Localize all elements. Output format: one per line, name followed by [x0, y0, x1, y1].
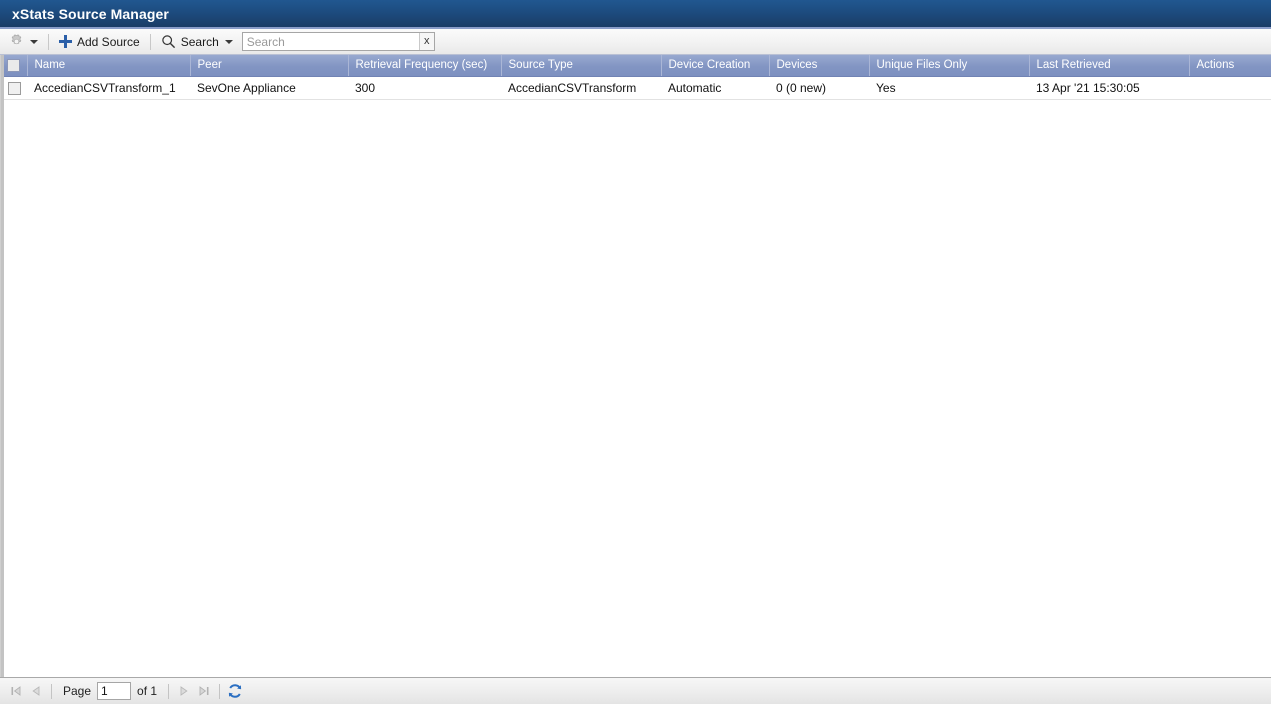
left-edge-rail	[1, 55, 4, 677]
select-all-header[interactable]	[1, 55, 28, 77]
cell-device-creation: Automatic	[661, 76, 769, 100]
pager-divider-3	[219, 683, 221, 699]
add-source-button[interactable]: Add Source	[54, 32, 145, 52]
plus-icon	[59, 35, 72, 48]
search-box: x	[241, 32, 435, 51]
search-menu-button[interactable]: Search	[156, 32, 238, 52]
toolbar-divider-2	[149, 33, 151, 50]
table-header-row: Name Peer Retrieval Frequency (sec) Sour…	[1, 55, 1271, 77]
grid-empty-space	[1, 99, 1271, 677]
refresh-icon	[228, 684, 242, 698]
column-header-actions[interactable]: Actions	[1189, 55, 1271, 77]
last-page-button[interactable]	[194, 681, 214, 701]
window-titlebar: xStats Source Manager	[0, 0, 1271, 29]
last-page-icon	[199, 686, 209, 696]
pager-divider-1	[51, 683, 52, 699]
column-header-name[interactable]: Name	[27, 55, 191, 77]
cell-last-retrieved: 13 Apr '21 15:30:05	[1029, 76, 1189, 100]
cell-actions[interactable]	[1189, 76, 1271, 100]
search-input[interactable]	[242, 33, 419, 50]
gear-icon	[9, 34, 24, 49]
page-label: Page	[63, 684, 92, 698]
column-header-unique-files-only[interactable]: Unique Files Only	[869, 55, 1030, 77]
magnifier-icon	[161, 34, 176, 49]
source-grid-area: Name Peer Retrieval Frequency (sec) Sour…	[0, 55, 1271, 677]
next-page-icon	[180, 686, 188, 696]
previous-page-icon	[32, 686, 40, 696]
column-header-last-retrieved[interactable]: Last Retrieved	[1029, 55, 1190, 77]
column-header-device-creation[interactable]: Device Creation	[661, 55, 770, 77]
column-header-retrieval-frequency[interactable]: Retrieval Frequency (sec)	[348, 55, 502, 77]
row-select-cell[interactable]	[1, 76, 27, 100]
caret-down-icon	[30, 39, 38, 44]
select-all-checkbox[interactable]	[7, 58, 21, 72]
source-table: Name Peer Retrieval Frequency (sec) Sour…	[1, 55, 1271, 100]
cell-peer: SevOne Appliance	[190, 76, 348, 100]
toolbar: Add Source Search x	[0, 29, 1271, 55]
next-page-button[interactable]	[174, 681, 194, 701]
page-total-label: of 1	[137, 684, 158, 698]
cell-source-type: AccedianCSVTransform	[501, 76, 661, 100]
pagination-bar: Page of 1	[0, 677, 1271, 704]
table-row[interactable]: AccedianCSVTransform_1 SevOne Appliance …	[1, 76, 1271, 100]
page-title: xStats Source Manager	[12, 5, 169, 22]
previous-page-button[interactable]	[26, 681, 46, 701]
page-number-input[interactable]	[97, 682, 132, 700]
first-page-button[interactable]	[6, 681, 26, 701]
refresh-button[interactable]	[225, 681, 245, 701]
add-source-label: Add Source	[77, 34, 140, 49]
caret-down-icon	[224, 39, 233, 44]
cell-devices: 0 (0 new)	[769, 76, 869, 100]
toolbar-divider-1	[48, 33, 49, 50]
cell-unique-files-only: Yes	[869, 76, 1029, 100]
cell-name: AccedianCSVTransform_1	[27, 76, 190, 100]
cell-retrieval-frequency: 300	[348, 76, 501, 100]
first-page-icon	[11, 686, 21, 696]
search-menu-label: Search	[180, 34, 219, 49]
xstats-source-manager-window: xStats Source Manager Add Source Search …	[0, 0, 1271, 704]
column-header-source-type[interactable]: Source Type	[501, 55, 662, 77]
column-header-peer[interactable]: Peer	[190, 55, 349, 77]
row-checkbox[interactable]	[7, 81, 21, 95]
pager-divider-2	[168, 683, 170, 699]
settings-menu-button[interactable]	[4, 32, 43, 52]
search-clear-button[interactable]: x	[418, 33, 434, 50]
column-header-devices[interactable]: Devices	[769, 55, 870, 77]
